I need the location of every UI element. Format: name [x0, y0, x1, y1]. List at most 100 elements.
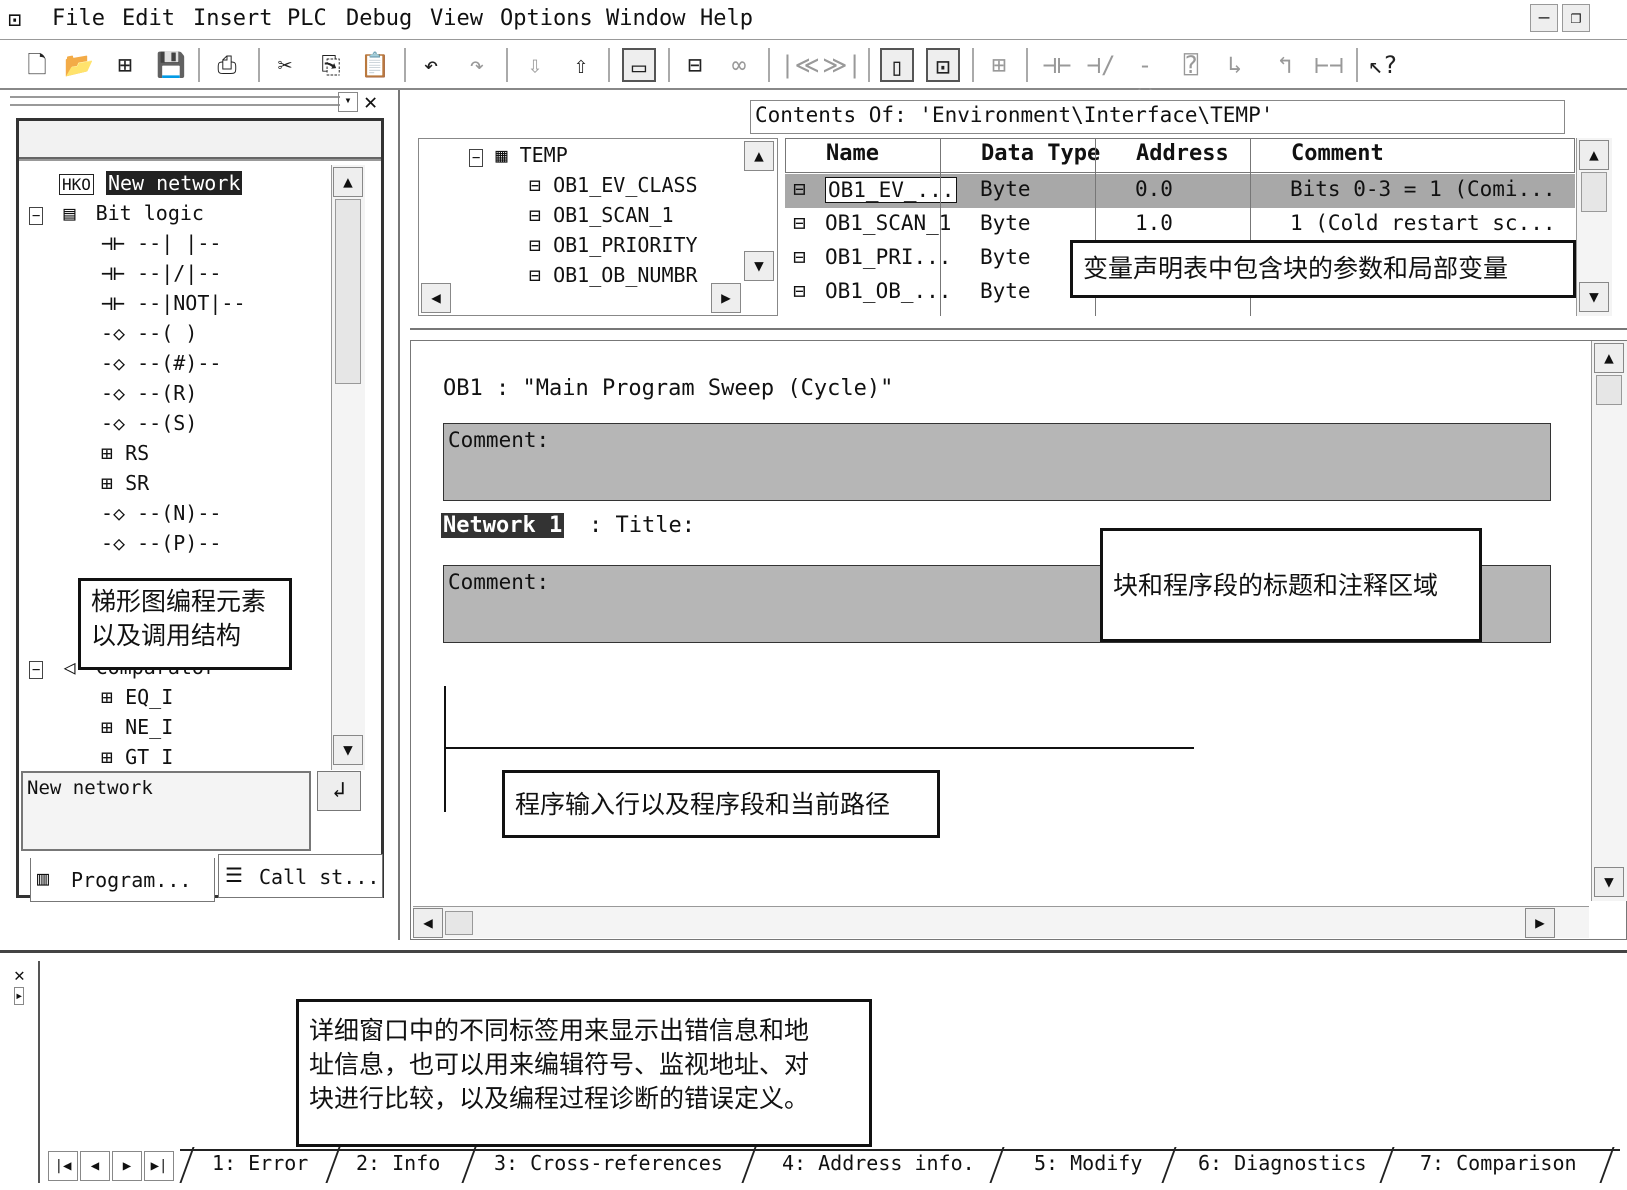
- tab-cross-references[interactable]: 3: Cross-references: [494, 1151, 723, 1175]
- scroll-down-icon[interactable]: ▼: [1594, 867, 1624, 897]
- tree-item[interactable]: ⊣⊢ --|/|--: [101, 261, 221, 285]
- panel-dropdown-icon[interactable]: ▾: [338, 92, 358, 112]
- collapse-icon[interactable]: −: [469, 149, 484, 167]
- tab-diagnostics[interactable]: 6: Diagnostics: [1198, 1151, 1367, 1175]
- cut-icon[interactable]: ✂: [268, 48, 302, 82]
- menu-plc[interactable]: PLC: [287, 6, 327, 31]
- scroll-left-icon[interactable]: ◀: [421, 283, 451, 313]
- empty-box-icon[interactable]: ⍰: [1174, 48, 1208, 82]
- redo-icon[interactable]: ↷: [460, 48, 494, 82]
- scroll-up-icon[interactable]: ▲: [333, 167, 363, 197]
- minimize-icon[interactable]: –: [1530, 4, 1558, 32]
- block-comment-box[interactable]: Comment:: [443, 423, 1551, 501]
- scroll-thumb[interactable]: [445, 911, 473, 935]
- close-icon[interactable]: ✕: [364, 90, 377, 115]
- tree-group-bit-logic[interactable]: − ▤ Bit logic: [29, 201, 204, 225]
- tree-item[interactable]: -◇ --(N)--: [101, 501, 221, 525]
- upload-icon[interactable]: ⇧: [564, 48, 598, 82]
- tree-scrollbar[interactable]: ▲ ▼: [331, 165, 365, 770]
- tab-nav-next-icon[interactable]: ▶: [112, 1151, 142, 1181]
- tree-item-new-network[interactable]: HKO New network: [59, 171, 243, 195]
- network-label[interactable]: Network 1: [441, 513, 565, 538]
- restore-icon[interactable]: ❐: [1562, 4, 1590, 32]
- tab-info[interactable]: 2: Info: [356, 1151, 440, 1175]
- menu-view[interactable]: View: [430, 6, 483, 31]
- panel-toggle-icon[interactable]: ▯: [880, 48, 914, 82]
- next-icon[interactable]: ≫|: [822, 48, 862, 82]
- save-icon[interactable]: 💾: [154, 48, 188, 82]
- scroll-down-icon[interactable]: ▼: [1579, 282, 1609, 312]
- menu-file[interactable]: File: [52, 6, 105, 31]
- tree-item[interactable]: ⊞ NE_I: [101, 715, 173, 739]
- tab-nav-first-icon[interactable]: |◀: [48, 1151, 78, 1181]
- undo-icon[interactable]: ↶: [414, 48, 448, 82]
- tab-comparison[interactable]: 7: Comparison: [1420, 1151, 1577, 1175]
- print-icon[interactable]: ⎙: [210, 48, 244, 82]
- tree-item[interactable]: -◇ --(S): [101, 411, 197, 435]
- menu-help[interactable]: Help: [700, 6, 753, 31]
- branch-open-icon[interactable]: ↳: [1218, 48, 1252, 82]
- scroll-up-icon[interactable]: ▲: [1579, 140, 1609, 170]
- connection-icon[interactable]: ⊢⊣: [1312, 48, 1346, 82]
- tree-item[interactable]: ⊞ GT_I: [101, 745, 173, 765]
- tree-item[interactable]: ⊟ OB1_PRIORITY: [529, 233, 698, 257]
- tree-item[interactable]: ⊟ OB1_SCAN_1: [529, 203, 674, 227]
- scroll-thumb[interactable]: [335, 199, 361, 384]
- program-input-line[interactable]: [444, 747, 1194, 749]
- tree-item[interactable]: -◇ --(R): [101, 381, 197, 405]
- branch-close-icon[interactable]: ↰: [1268, 48, 1302, 82]
- accessible-nodes-icon[interactable]: ⊞: [108, 48, 142, 82]
- tree-item[interactable]: -◇ --(#)--: [101, 351, 221, 375]
- new-network-icon[interactable]: ⊞: [982, 48, 1016, 82]
- tree-item[interactable]: ⊣⊢ --|NOT|--: [101, 291, 246, 315]
- download-icon[interactable]: ⇩: [518, 48, 552, 82]
- coil-icon[interactable]: -(): [1128, 48, 1162, 113]
- new-icon[interactable]: 🗋: [20, 48, 54, 82]
- scroll-down-icon[interactable]: ▼: [744, 251, 774, 281]
- tab-nav-prev-icon[interactable]: ◀: [80, 1151, 110, 1181]
- table-scrollbar[interactable]: ▲ ▼: [1576, 138, 1612, 316]
- tree-item[interactable]: ⊞ SR: [101, 471, 149, 495]
- overview-icon[interactable]: ▭: [622, 48, 656, 82]
- tree-item[interactable]: ⊣⊢ --| |--: [101, 231, 221, 255]
- menu-window[interactable]: Window: [606, 6, 685, 31]
- collapse-icon[interactable]: −: [29, 207, 44, 225]
- collapse-icon[interactable]: −: [29, 661, 44, 679]
- insert-element-icon[interactable]: ↲: [317, 771, 361, 811]
- tree-item[interactable]: -◇ --(P)--: [101, 531, 221, 555]
- scroll-thumb[interactable]: [1596, 375, 1622, 405]
- tree-item[interactable]: -◇ --( ): [101, 321, 197, 345]
- menu-debug[interactable]: Debug: [346, 6, 412, 31]
- menu-edit[interactable]: Edit: [122, 6, 175, 31]
- tree-item[interactable]: ⊟ OB1_EV_CLASS: [529, 173, 698, 197]
- details-close-icon[interactable]: ✕: [14, 965, 25, 986]
- scroll-right-icon[interactable]: ▶: [711, 283, 741, 313]
- scroll-right-icon[interactable]: ▶: [1525, 908, 1555, 938]
- tab-address-info[interactable]: 4: Address info.: [782, 1151, 975, 1175]
- monitor-variable-icon[interactable]: ∞: [722, 48, 756, 82]
- monitor-icon[interactable]: ⊟: [678, 48, 712, 82]
- tree-item[interactable]: ⊟ OB1_OB_NUMBR: [529, 263, 698, 287]
- tab-program-elements[interactable]: ▥ Program...: [30, 858, 215, 902]
- scroll-down-icon[interactable]: ▼: [333, 735, 363, 765]
- tree-item[interactable]: ⊞ EQ_I: [101, 685, 173, 709]
- tab-nav-last-icon[interactable]: ▶|: [144, 1151, 174, 1181]
- contact-no-icon[interactable]: ⊣⊢: [1040, 48, 1074, 82]
- copy-icon[interactable]: ⎘: [314, 48, 348, 82]
- table-row[interactable]: ⊟ OB1_EV_... Byte 0.0 Bits 0-3 = 1 (Comi…: [785, 174, 1575, 208]
- paste-icon[interactable]: 📋: [358, 48, 392, 82]
- details-toggle-icon[interactable]: ⊡: [926, 48, 960, 82]
- tree-item[interactable]: ⊞ RS: [101, 441, 149, 465]
- code-scrollbar-h[interactable]: ◀ ▶: [413, 906, 1589, 938]
- scroll-up-icon[interactable]: ▲: [744, 141, 774, 171]
- tab-modify[interactable]: 5: Modify: [1034, 1151, 1142, 1175]
- previous-icon[interactable]: |≪: [780, 48, 820, 82]
- tab-call-structure[interactable]: ☰ Call st...: [218, 854, 383, 898]
- scroll-thumb[interactable]: [1581, 172, 1607, 212]
- menu-insert[interactable]: Insert: [193, 6, 272, 31]
- open-icon[interactable]: 📂: [62, 48, 96, 82]
- details-pin-icon[interactable]: ▸: [14, 987, 25, 1005]
- contact-nc-icon[interactable]: ⊣/⊢: [1084, 48, 1118, 113]
- table-row[interactable]: ⊟ OB1_SCAN_1 Byte 1.0 1 (Cold restart sc…: [785, 208, 1575, 242]
- menu-options[interactable]: Options: [500, 6, 593, 31]
